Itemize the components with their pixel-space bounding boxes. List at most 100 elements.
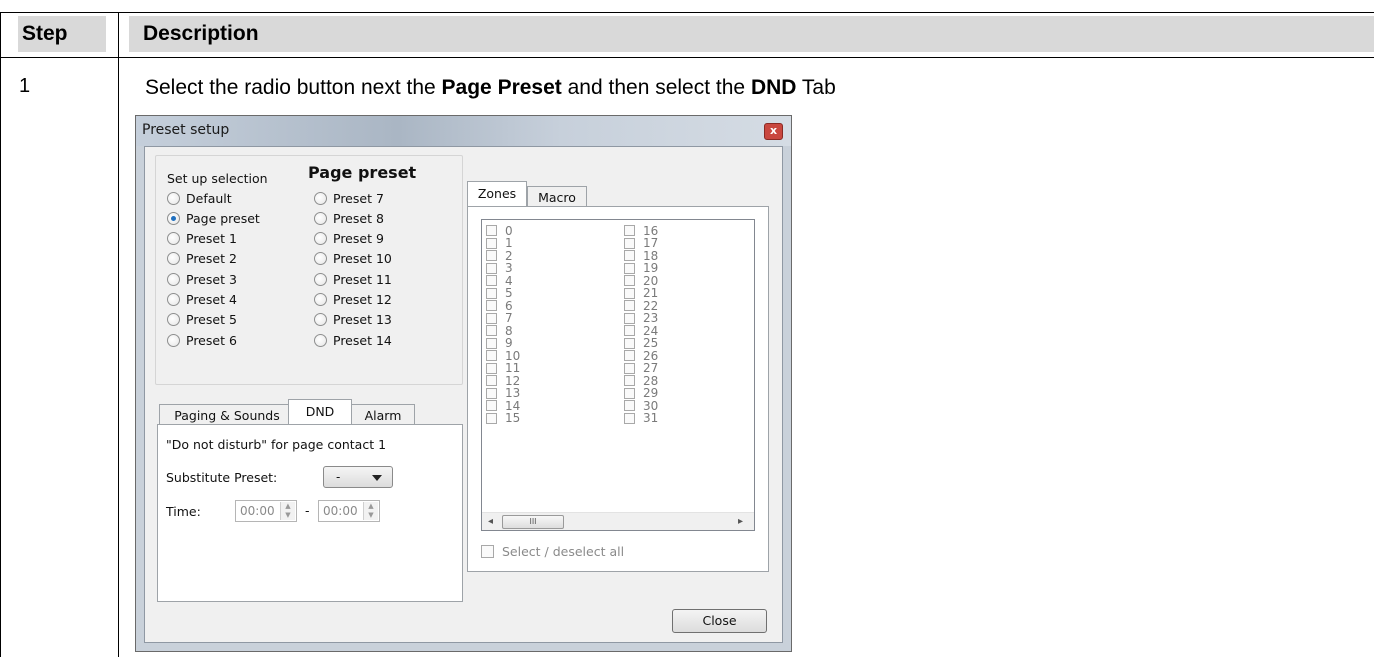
tab-paging-sounds[interactable]: Paging & Sounds xyxy=(159,404,295,426)
preset-radio-row[interactable]: Preset 1 xyxy=(167,229,237,249)
tab-alarm[interactable]: Alarm xyxy=(351,404,415,426)
radio-button[interactable] xyxy=(167,293,180,306)
zone-label: 15 xyxy=(505,411,521,425)
preset-radio-row[interactable]: Default xyxy=(167,188,232,208)
zones-horizontal-scrollbar[interactable]: ◂ III ▸ xyxy=(482,512,754,530)
preset-radio-row[interactable]: Preset 14 xyxy=(314,330,392,350)
checkbox-box[interactable] xyxy=(486,400,497,411)
preset-radio-row[interactable]: Preset 7 xyxy=(314,188,384,208)
checkbox-box[interactable] xyxy=(486,287,497,299)
radio-button[interactable] xyxy=(314,313,327,327)
checkbox-box[interactable] xyxy=(624,400,635,411)
preset-radio-row[interactable]: Preset 9 xyxy=(314,229,384,249)
table-header-description: Description xyxy=(129,16,1374,52)
checkbox-box[interactable] xyxy=(624,375,635,386)
checkbox-box[interactable] xyxy=(486,375,497,386)
tab-dnd[interactable]: DND xyxy=(288,399,352,424)
preset-radio-row[interactable]: Preset 13 xyxy=(314,310,392,330)
checkbox-box[interactable] xyxy=(486,312,497,324)
preset-radio-row[interactable]: Preset 6 xyxy=(167,330,237,350)
preset-radio-row[interactable]: Preset 12 xyxy=(314,290,392,310)
radio-button[interactable] xyxy=(167,191,180,205)
time-to-spinner[interactable]: 00:00 ▲ ▼ xyxy=(318,500,380,522)
select-deselect-all-checkbox[interactable]: Select / deselect all xyxy=(481,544,624,559)
checkbox-box[interactable] xyxy=(624,275,635,286)
checkbox-box[interactable] xyxy=(624,312,635,324)
preset-radio-row[interactable]: Page preset xyxy=(167,208,260,228)
preset-radio-row[interactable]: Preset 4 xyxy=(167,290,237,310)
table-left-border xyxy=(0,12,1,657)
time-to-value: 00:00 xyxy=(323,504,358,518)
checkbox-box[interactable] xyxy=(624,325,635,336)
checkbox-box[interactable] xyxy=(486,275,497,286)
arrow-right-icon[interactable]: ▸ xyxy=(738,516,743,527)
table-column-divider xyxy=(118,12,119,657)
close-button[interactable]: Close xyxy=(672,609,767,633)
checkbox-box[interactable] xyxy=(624,337,635,349)
close-icon[interactable]: x xyxy=(764,123,783,140)
checkbox-box[interactable] xyxy=(624,225,635,236)
preset-radio-row[interactable]: Preset 11 xyxy=(314,269,392,289)
preset-radio-row[interactable]: Preset 5 xyxy=(167,310,237,330)
zone-checkbox[interactable]: 31 xyxy=(624,411,658,425)
checkbox-box[interactable] xyxy=(624,237,635,249)
checkbox-box[interactable] xyxy=(486,250,497,261)
radio-label: Preset 1 xyxy=(186,231,237,247)
checkbox-box[interactable] xyxy=(624,350,635,361)
page-preset-header: Page preset xyxy=(308,163,417,182)
zone-checkbox[interactable]: 15 xyxy=(486,411,521,425)
radio-button[interactable] xyxy=(314,232,327,246)
radio-button[interactable] xyxy=(314,333,327,347)
checkbox-box[interactable] xyxy=(624,262,635,274)
checkbox-box[interactable] xyxy=(486,350,497,361)
spin-updown-icon[interactable]: ▲ ▼ xyxy=(363,502,378,520)
scrollbar-thumb[interactable]: III xyxy=(502,515,564,529)
checkbox-box[interactable] xyxy=(624,300,635,311)
step-instruction: Select the radio button next the Page Pr… xyxy=(145,76,836,100)
preset-setup-dialog: Preset setup x Set up selection Page pre… xyxy=(135,115,792,652)
checkbox-box[interactable] xyxy=(624,412,635,424)
preset-radio-row[interactable]: Preset 8 xyxy=(314,208,384,228)
checkbox-box[interactable] xyxy=(624,250,635,261)
time-separator: - xyxy=(305,503,310,518)
instruction-text-3: Tab xyxy=(796,76,836,99)
checkbox-box[interactable] xyxy=(486,412,497,424)
radio-button[interactable] xyxy=(314,252,327,266)
checkbox-box[interactable] xyxy=(486,387,497,399)
select-all-box[interactable] xyxy=(481,545,494,558)
checkbox-box[interactable] xyxy=(486,325,497,336)
radio-button[interactable] xyxy=(167,232,180,246)
radio-label: Preset 3 xyxy=(186,271,237,287)
radio-button[interactable] xyxy=(167,211,180,225)
radio-button[interactable] xyxy=(167,272,180,286)
arrow-left-icon[interactable]: ◂ xyxy=(488,516,493,527)
checkbox-box[interactable] xyxy=(486,237,497,249)
checkbox-box[interactable] xyxy=(486,262,497,274)
radio-button[interactable] xyxy=(314,191,327,205)
checkbox-box[interactable] xyxy=(486,225,497,236)
preset-radio-row[interactable]: Preset 2 xyxy=(167,249,237,269)
instruction-bold-page-preset: Page Preset xyxy=(441,76,562,99)
radio-button[interactable] xyxy=(314,293,327,306)
radio-button[interactable] xyxy=(167,313,180,327)
tab-zones[interactable]: Zones xyxy=(467,181,527,206)
tab-macro[interactable]: Macro xyxy=(527,186,587,208)
checkbox-box[interactable] xyxy=(624,362,635,374)
checkbox-box[interactable] xyxy=(486,300,497,311)
spin-updown-icon[interactable]: ▲ ▼ xyxy=(280,502,295,520)
radio-button[interactable] xyxy=(167,252,180,266)
checkbox-box[interactable] xyxy=(486,337,497,349)
radio-button[interactable] xyxy=(167,333,180,347)
setup-selection-label: Set up selection xyxy=(167,171,268,186)
radio-button[interactable] xyxy=(314,272,327,286)
substitute-preset-select[interactable]: - xyxy=(323,466,393,488)
preset-radio-row[interactable]: Preset 3 xyxy=(167,269,237,289)
checkbox-box[interactable] xyxy=(624,287,635,299)
radio-button[interactable] xyxy=(314,211,327,225)
zones-list[interactable]: 0 1 2 3 4 5 6 7 8 9 10 11 12 13 14 15 16 17 18 19 20 21 22 23 2… xyxy=(481,219,755,531)
preset-radio-row[interactable]: Preset 10 xyxy=(314,249,392,269)
checkbox-box[interactable] xyxy=(624,387,635,399)
time-from-spinner[interactable]: 00:00 ▲ ▼ xyxy=(235,500,297,522)
dialog-titlebar[interactable]: Preset setup x xyxy=(136,116,791,146)
checkbox-box[interactable] xyxy=(486,362,497,374)
